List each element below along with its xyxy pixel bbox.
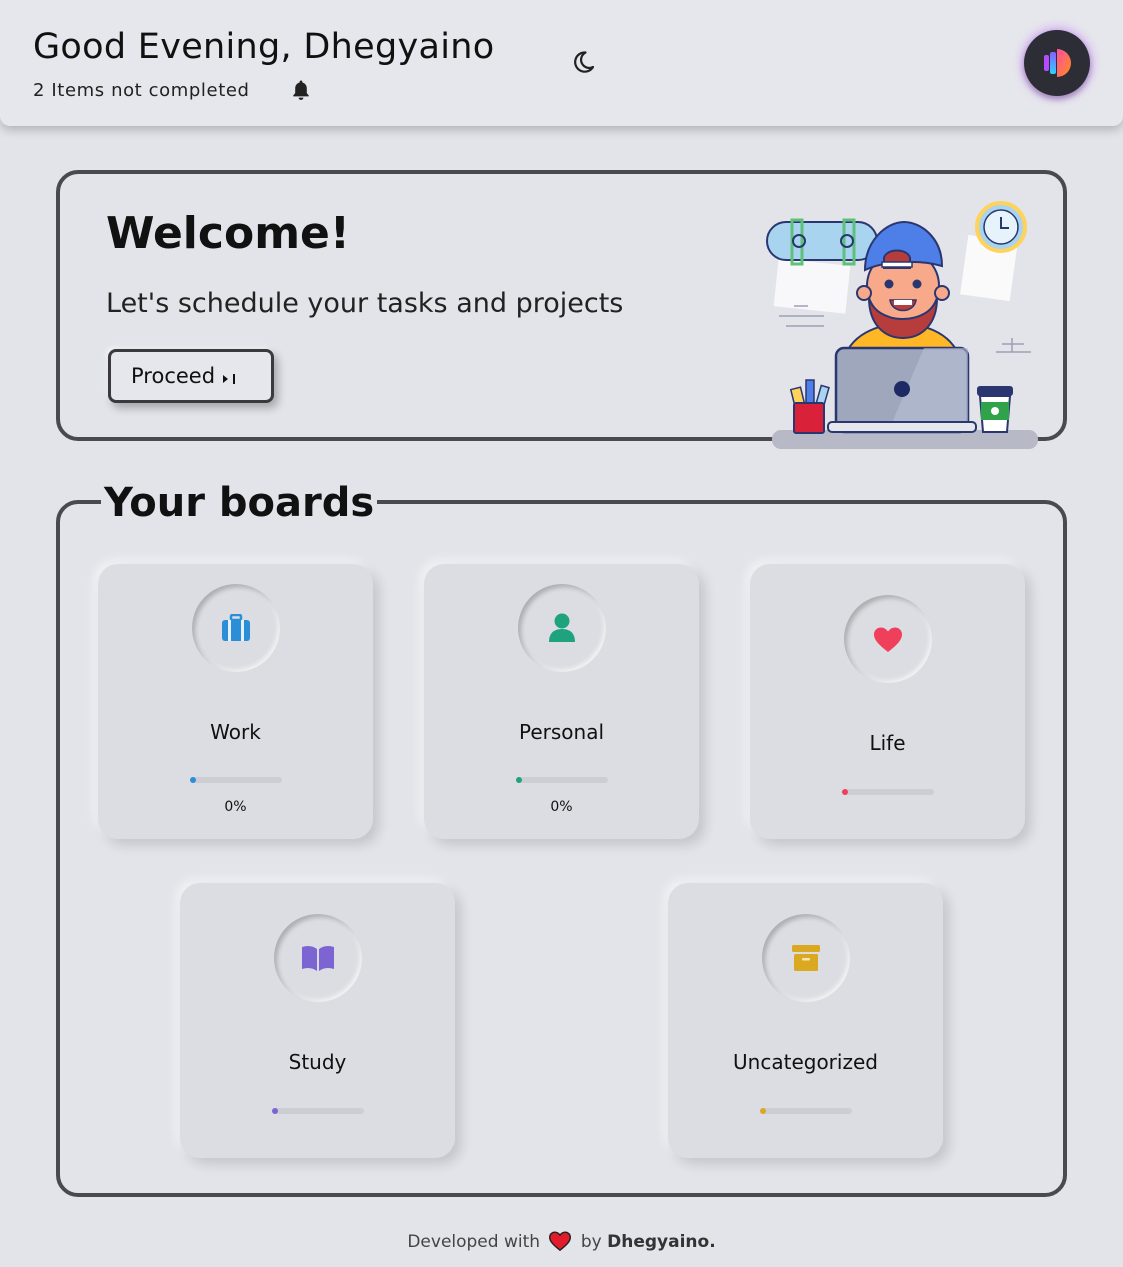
board-card-personal[interactable]: Personal 0% xyxy=(424,564,699,839)
board-name: Personal xyxy=(518,720,605,744)
user-icon xyxy=(548,613,575,642)
developer-illustration xyxy=(764,198,1044,457)
board-progress-bar xyxy=(516,777,608,783)
greeting-title: Good Evening, Dhegyaino xyxy=(33,27,495,67)
board-progress-bar xyxy=(760,1108,852,1114)
board-progress-bar xyxy=(842,789,934,795)
proceed-label: Proceed xyxy=(131,364,216,388)
pending-items-text: 2 Items not completed xyxy=(33,80,250,101)
board-icon-circle xyxy=(273,914,362,1002)
pending-label: Items not completed xyxy=(51,80,250,101)
board-icon-circle xyxy=(761,914,850,1002)
briefcase-icon xyxy=(221,614,250,641)
board-card-uncategorized[interactable]: Uncategorized xyxy=(668,883,943,1158)
board-name: Uncategorized xyxy=(733,1050,878,1074)
board-icon-circle xyxy=(191,584,280,672)
heart-icon xyxy=(873,627,902,652)
bell-icon[interactable] xyxy=(289,78,313,102)
archive-box-icon xyxy=(791,945,820,971)
footer-prefix: Developed with xyxy=(407,1232,541,1252)
footer-author-link[interactable]: Dhegyaino. xyxy=(607,1232,716,1252)
avatar[interactable] xyxy=(1024,30,1090,96)
book-icon xyxy=(301,945,334,971)
board-card-study[interactable]: Study xyxy=(180,883,455,1158)
board-icon-circle xyxy=(517,584,606,672)
board-name: Study xyxy=(288,1050,347,1074)
moon-icon[interactable] xyxy=(569,48,597,76)
board-icon-circle xyxy=(843,595,932,683)
board-progress-dot xyxy=(760,1108,766,1114)
board-percent: 0% xyxy=(224,799,247,815)
board-progress-dot xyxy=(842,789,848,795)
board-progress-dot xyxy=(190,777,196,783)
arrow-right-icon xyxy=(221,368,237,384)
boards-title: Your boards xyxy=(101,480,378,526)
board-percent: 0% xyxy=(550,799,573,815)
board-progress-dot xyxy=(516,777,522,783)
board-name: Life xyxy=(869,731,906,755)
app-logo-icon xyxy=(1044,49,1071,77)
heart-icon xyxy=(549,1231,572,1256)
board-card-work[interactable]: Work 0% xyxy=(98,564,373,839)
board-name: Work xyxy=(210,720,261,744)
top-header: Good Evening, Dhegyaino 2 Items not comp… xyxy=(0,0,1123,126)
proceed-button[interactable]: Proceed xyxy=(108,349,274,403)
pending-count: 2 xyxy=(33,80,46,101)
board-card-life[interactable]: Life xyxy=(750,564,1025,839)
board-progress-bar xyxy=(190,777,282,783)
board-progress-bar xyxy=(272,1108,364,1114)
footer-by: by xyxy=(580,1232,602,1252)
board-progress-dot xyxy=(272,1108,278,1114)
welcome-subtitle: Let's schedule your tasks and projects xyxy=(106,288,624,319)
footer: Developed with by Dhegyaino. xyxy=(0,1231,1123,1256)
welcome-title: Welcome! xyxy=(106,208,350,259)
